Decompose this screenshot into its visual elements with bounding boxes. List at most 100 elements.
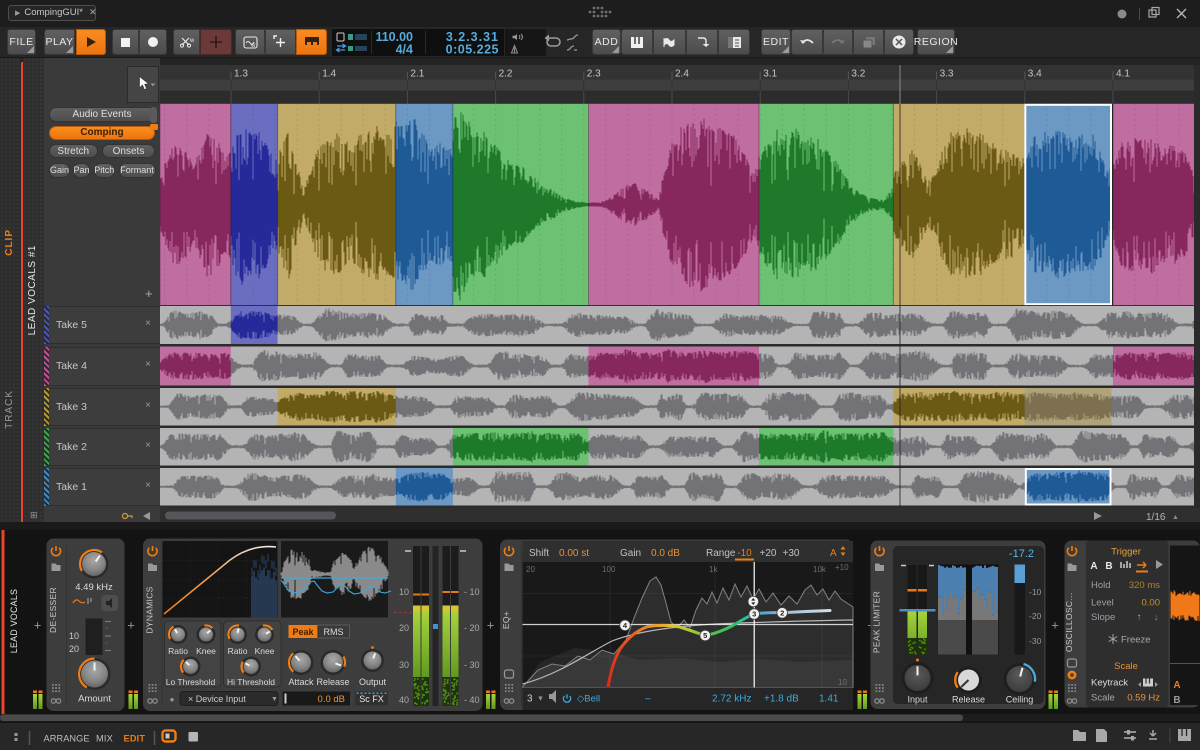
svg-text:40: 40 (399, 695, 409, 705)
svg-text:- 40: - 40 (464, 695, 480, 705)
svg-text:▼: ▼ (271, 696, 278, 703)
svg-text:Gain: Gain (620, 548, 641, 559)
svg-text:Amount: Amount (78, 694, 111, 705)
svg-text:-10: -10 (737, 548, 752, 559)
svg-text:0:05.225: 0:05.225 (446, 42, 499, 56)
svg-text:0.00: 0.00 (1142, 598, 1161, 609)
svg-text:4.49 kHz: 4.49 kHz (75, 582, 113, 593)
svg-text:ARRANGE: ARRANGE (44, 734, 90, 744)
svg-text:0.0 dB: 0.0 dB (651, 548, 680, 559)
svg-text:5: 5 (703, 631, 707, 640)
svg-text:Hi Threshold: Hi Threshold (227, 677, 275, 687)
svg-text:3.2: 3.2 (851, 69, 865, 80)
svg-text:Peak: Peak (292, 627, 314, 637)
svg-text:1.41: 1.41 (819, 694, 839, 705)
svg-text:Ratio: Ratio (228, 646, 248, 656)
svg-text:1.3: 1.3 (234, 69, 248, 80)
svg-text:Sc FX: Sc FX (359, 694, 384, 704)
svg-text:4.1: 4.1 (1116, 69, 1130, 80)
svg-text:DYNAMICS: DYNAMICS (145, 586, 155, 633)
svg-text:3.4: 3.4 (1028, 69, 1042, 80)
svg-text:MIX: MIX (96, 734, 113, 744)
svg-text:Output: Output (359, 677, 387, 687)
svg-text:2.3: 2.3 (587, 69, 601, 80)
svg-text:+30: +30 (783, 548, 800, 559)
svg-text:A: A (1090, 561, 1097, 572)
svg-text:10k: 10k (813, 565, 827, 574)
svg-text:●: ● (170, 695, 175, 704)
svg-text:+: + (1051, 618, 1059, 633)
svg-text:× Device Input: × Device Input (188, 694, 246, 704)
svg-text:Keytrack: Keytrack (1091, 678, 1128, 689)
svg-text:Release: Release (316, 677, 349, 687)
svg-text:B: B (1105, 561, 1112, 572)
svg-text:20: 20 (69, 644, 79, 654)
svg-text:10: 10 (399, 587, 409, 597)
svg-text:EQ+: EQ+ (501, 611, 511, 629)
svg-text:PEAK LIMITER: PEAK LIMITER (872, 591, 882, 653)
svg-text:+: + (487, 618, 495, 633)
svg-text:Knee: Knee (255, 646, 275, 656)
svg-text:Knee: Knee (196, 646, 216, 656)
svg-text:2.4: 2.4 (675, 69, 689, 80)
svg-text:+: + (34, 618, 42, 633)
svg-text:- 20: - 20 (464, 623, 480, 633)
svg-text:3.1: 3.1 (763, 69, 777, 80)
svg-text:- 10: - 10 (464, 587, 480, 597)
svg-text:20: 20 (526, 565, 535, 574)
svg-text:Hold: Hold (1091, 580, 1111, 591)
svg-text:◇Bell: ◇Bell (577, 694, 600, 705)
svg-text:0.59 Hz: 0.59 Hz (1127, 693, 1160, 704)
svg-text:2: 2 (780, 608, 784, 617)
svg-text:10: 10 (69, 631, 79, 641)
svg-text:1k: 1k (709, 565, 718, 574)
svg-text:DE-ESSER: DE-ESSER (48, 587, 58, 633)
svg-text:Scale: Scale (1091, 693, 1115, 704)
svg-text:100: 100 (602, 565, 616, 574)
svg-text:Shift: Shift (529, 548, 549, 559)
svg-text:Ceiling: Ceiling (1006, 695, 1034, 705)
svg-text:B: B (1173, 695, 1180, 706)
svg-text:↑: ↑ (1137, 612, 1142, 623)
svg-text:+20: +20 (760, 548, 777, 559)
svg-text:30: 30 (399, 660, 409, 670)
svg-text:Release: Release (952, 695, 985, 705)
svg-text:+: + (127, 618, 135, 633)
svg-text:Freeze: Freeze (1121, 635, 1151, 646)
svg-text:Slope: Slope (1091, 612, 1115, 623)
svg-text:4/4: 4/4 (396, 42, 413, 56)
svg-text:20: 20 (399, 623, 409, 633)
svg-text:0.0 dB: 0.0 dB (318, 694, 345, 705)
svg-text:3.3: 3.3 (940, 69, 954, 80)
svg-text:↓: ↓ (1154, 612, 1159, 623)
svg-text:2.2: 2.2 (499, 69, 513, 80)
svg-text:3: 3 (752, 610, 756, 619)
svg-text:Range: Range (706, 548, 736, 559)
svg-text:-30: -30 (1029, 636, 1042, 646)
svg-text:3: 3 (527, 694, 533, 705)
svg-text:A: A (830, 548, 837, 559)
svg-text:Ratio: Ratio (168, 646, 188, 656)
svg-text:+10: +10 (835, 563, 849, 572)
svg-text:▲: ▲ (1172, 514, 1179, 521)
svg-text:- 30: - 30 (464, 660, 480, 670)
svg-text:+1.8 dB: +1.8 dB (764, 694, 799, 705)
svg-text:-17.2: -17.2 (1009, 548, 1034, 560)
svg-text:Attack: Attack (288, 677, 314, 687)
svg-text:2.72 kHz: 2.72 kHz (712, 694, 751, 705)
svg-text:2.1: 2.1 (410, 69, 424, 80)
svg-text:-10: -10 (1029, 587, 1042, 597)
svg-text:320 ms: 320 ms (1129, 580, 1160, 591)
svg-text:RMS: RMS (324, 627, 344, 637)
svg-text:OSCILLOSC…: OSCILLOSC… (1064, 592, 1074, 652)
svg-text:0.00 st: 0.00 st (559, 548, 589, 559)
svg-text:Input: Input (907, 695, 928, 705)
svg-text:w: w (189, 38, 194, 44)
svg-text:Trigger: Trigger (1111, 547, 1141, 558)
svg-text:w: w (250, 43, 256, 49)
svg-text:EDIT: EDIT (124, 734, 146, 744)
svg-text:-20: -20 (1029, 611, 1042, 621)
svg-text:▼: ▼ (537, 696, 544, 703)
svg-text:1.4: 1.4 (322, 69, 336, 80)
svg-text:Scale: Scale (1114, 661, 1138, 672)
